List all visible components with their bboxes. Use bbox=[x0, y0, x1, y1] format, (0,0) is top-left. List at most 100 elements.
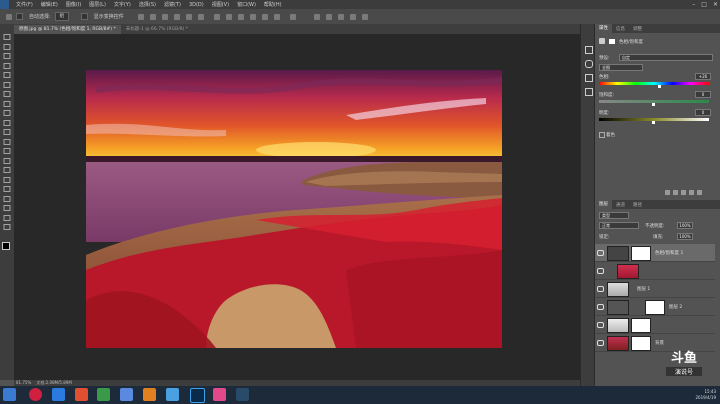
menu-window[interactable]: 窗口(W) bbox=[237, 1, 256, 8]
start-button-icon[interactable] bbox=[3, 388, 16, 401]
layer-name[interactable]: 图层 2 bbox=[669, 304, 682, 310]
tab-layers[interactable]: 图层 bbox=[595, 200, 612, 209]
distribute-hcenter-icon[interactable] bbox=[261, 13, 268, 20]
document-tab-inactive[interactable]: 未标题-1 @ 66.7% (RGB/8) * bbox=[120, 25, 194, 34]
marquee-tool-icon[interactable] bbox=[3, 43, 11, 50]
distribute-vcenter-icon[interactable] bbox=[225, 13, 232, 20]
tab-info[interactable]: 信息 bbox=[612, 26, 629, 32]
layer-row-background[interactable]: 背景 bbox=[595, 334, 715, 352]
colorize-checkbox[interactable] bbox=[599, 132, 605, 138]
system-clock[interactable]: 15:43 2019/4/19 bbox=[695, 389, 716, 401]
move-tool-preset-icon[interactable] bbox=[6, 13, 12, 20]
eye-icon[interactable] bbox=[597, 340, 604, 346]
shape-tool-icon[interactable] bbox=[3, 195, 11, 202]
clip-to-layer-icon[interactable] bbox=[665, 190, 670, 195]
menu-3d[interactable]: 3D(D) bbox=[189, 2, 204, 8]
fill-input[interactable]: 100% bbox=[677, 233, 693, 240]
layer-filter-dropdown[interactable]: 类型 bbox=[599, 212, 629, 219]
lightness-input[interactable]: 0 bbox=[695, 109, 711, 116]
distribute-right-icon[interactable] bbox=[273, 13, 280, 20]
crop-tool-icon[interactable] bbox=[3, 72, 11, 78]
eye-icon[interactable] bbox=[597, 268, 604, 274]
app-icon-blue[interactable] bbox=[52, 388, 65, 401]
close-icon[interactable]: ✕ bbox=[713, 1, 718, 8]
brush-tool-icon[interactable] bbox=[3, 100, 11, 107]
gradient-tool-icon[interactable] bbox=[3, 138, 11, 145]
menu-image[interactable]: 图像(I) bbox=[66, 1, 81, 8]
show-transform-checkbox[interactable] bbox=[80, 13, 88, 20]
distribute-left-icon[interactable] bbox=[249, 13, 256, 20]
saturation-slider-handle[interactable] bbox=[652, 103, 655, 106]
align-top-icon[interactable] bbox=[137, 13, 144, 20]
menu-layer[interactable]: 图层(L) bbox=[89, 1, 106, 8]
menu-select[interactable]: 选择(S) bbox=[139, 1, 156, 8]
auto-select-dropdown[interactable]: 组 bbox=[54, 12, 69, 21]
layer-name[interactable]: 图层 1 bbox=[637, 286, 650, 292]
tab-adjustments[interactable]: 调整 bbox=[629, 26, 646, 32]
view-previous-icon[interactable] bbox=[673, 190, 678, 195]
app-icon-red[interactable] bbox=[29, 388, 42, 401]
layer-row-layer-3[interactable] bbox=[595, 316, 715, 334]
app-icon-orange[interactable] bbox=[75, 388, 88, 401]
app-icon-folder[interactable] bbox=[120, 388, 133, 401]
hue-slider[interactable] bbox=[599, 82, 709, 85]
reset-icon[interactable] bbox=[681, 190, 686, 195]
menu-edit[interactable]: 编辑(E) bbox=[41, 1, 58, 8]
mask-icon[interactable] bbox=[609, 39, 615, 44]
foreground-color-swatch[interactable] bbox=[2, 242, 10, 250]
actions-icon[interactable] bbox=[585, 74, 593, 82]
clone-stamp-icon[interactable] bbox=[3, 110, 11, 116]
pen-tool-icon[interactable] bbox=[3, 167, 11, 173]
tab-channels[interactable]: 通道 bbox=[612, 202, 629, 208]
menu-help[interactable]: 帮助(H) bbox=[264, 1, 282, 8]
align-bottom-icon[interactable] bbox=[161, 13, 168, 20]
brush-presets-icon[interactable] bbox=[585, 60, 593, 68]
distribute-top-icon[interactable] bbox=[213, 13, 220, 20]
preset-dropdown[interactable]: 自定 bbox=[619, 54, 713, 61]
auto-align-icon[interactable] bbox=[289, 13, 296, 20]
app-icon-pink[interactable] bbox=[213, 388, 226, 401]
3d-roll-icon[interactable] bbox=[337, 13, 344, 20]
app-icon-ie[interactable] bbox=[143, 388, 156, 401]
blend-mode-dropdown[interactable]: 正常 bbox=[599, 222, 639, 229]
3d-pan-icon[interactable] bbox=[349, 13, 356, 20]
lightness-slider-handle[interactable] bbox=[652, 121, 655, 124]
hand-tool-icon[interactable] bbox=[3, 205, 11, 211]
visibility-icon[interactable] bbox=[689, 190, 694, 195]
eyedropper-tool-icon[interactable] bbox=[3, 81, 11, 88]
document-image[interactable] bbox=[86, 70, 502, 348]
layer-mask-thumbnail[interactable] bbox=[631, 246, 651, 261]
align-left-icon[interactable] bbox=[173, 13, 180, 20]
delete-adjustment-icon[interactable] bbox=[697, 190, 702, 195]
photoshop-taskbar-icon[interactable] bbox=[190, 388, 205, 403]
eye-icon[interactable] bbox=[597, 322, 604, 328]
opacity-input[interactable]: 100% bbox=[677, 222, 693, 229]
layer-mask-thumbnail[interactable] bbox=[631, 336, 651, 351]
history-icon[interactable] bbox=[585, 46, 593, 54]
hue-input[interactable]: +26 bbox=[695, 73, 711, 80]
blur-tool-icon[interactable] bbox=[3, 148, 11, 154]
align-hcenter-icon[interactable] bbox=[185, 13, 192, 20]
eraser-tool-icon[interactable] bbox=[3, 129, 11, 135]
tool-presets-icon[interactable] bbox=[585, 88, 593, 96]
eye-icon[interactable] bbox=[597, 250, 604, 256]
document-tab-active[interactable]: 原图.jpg @ 81.7% (色相/饱和度 1, RGB/8#) * bbox=[14, 25, 121, 34]
layer-row-layer-1[interactable]: 图层 1 bbox=[595, 280, 715, 298]
menu-file[interactable]: 文件(F) bbox=[16, 1, 33, 8]
layer-name[interactable]: 背景 bbox=[655, 340, 664, 346]
eye-icon[interactable] bbox=[597, 286, 604, 292]
quick-select-tool-icon[interactable] bbox=[3, 62, 11, 69]
channel-dropdown[interactable]: 全图 bbox=[599, 64, 643, 71]
3d-rotate-icon[interactable] bbox=[325, 13, 332, 20]
distribute-bottom-icon[interactable] bbox=[237, 13, 244, 20]
menu-type[interactable]: 文字(Y) bbox=[114, 1, 131, 8]
app-icon-chrome[interactable] bbox=[166, 388, 179, 401]
3d-slide-icon[interactable] bbox=[361, 13, 368, 20]
type-tool-icon[interactable] bbox=[3, 176, 11, 183]
saturation-input[interactable]: 0 bbox=[695, 91, 711, 98]
zoom-tool-icon[interactable] bbox=[3, 214, 11, 221]
layer-row-hue-saturation[interactable]: 色相/饱和度 1 bbox=[595, 244, 715, 262]
maximize-icon[interactable]: □ bbox=[701, 1, 707, 8]
align-right-icon[interactable] bbox=[197, 13, 204, 20]
tab-paths[interactable]: 路径 bbox=[629, 202, 646, 208]
